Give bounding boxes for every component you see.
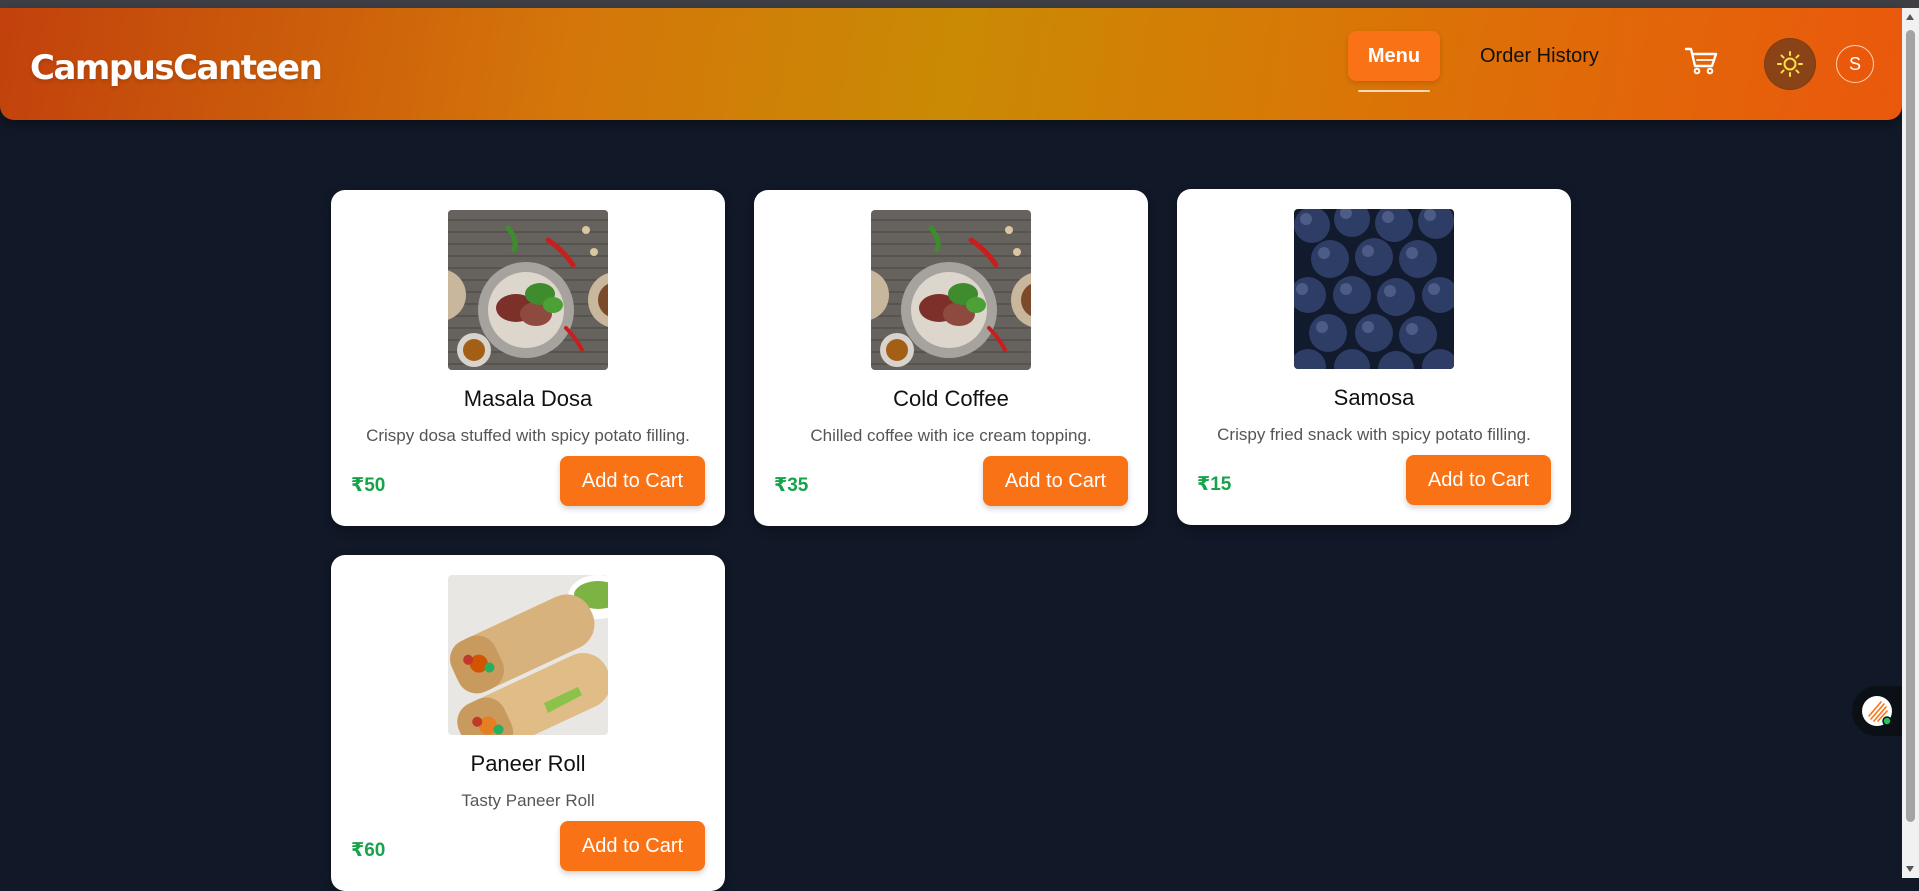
menu-item-name: Samosa	[1333, 385, 1415, 410]
menu-item-card: Masala Dosa Crispy dosa stuffed with spi…	[331, 190, 725, 526]
menu-item-name: Paneer Roll	[470, 751, 586, 776]
nav-order-history-link[interactable]: Order History	[1480, 31, 1599, 81]
add-to-cart-button[interactable]: Add to Cart	[560, 821, 705, 871]
cart-icon	[1684, 47, 1718, 75]
add-to-cart-button[interactable]: Add to Cart	[560, 456, 705, 506]
menu-item-price: ₹50	[351, 474, 386, 496]
menu-item-image	[1294, 209, 1454, 369]
menu-item-card: Samosa Crispy fried snack with spicy pot…	[1177, 189, 1571, 525]
menu-item-price: ₹60	[351, 839, 386, 861]
scrollbar-thumb[interactable]	[1906, 30, 1915, 822]
menu-item-name: Masala Dosa	[463, 386, 593, 411]
add-to-cart-button[interactable]: Add to Cart	[1406, 455, 1551, 505]
browser-top-strip	[0, 0, 1919, 8]
menu-item-price: ₹35	[774, 474, 809, 496]
menu-item-price: ₹15	[1197, 473, 1232, 495]
menu-item-description: Chilled coffee with ice cream topping.	[810, 426, 1092, 445]
menu-item-image	[871, 210, 1031, 370]
app-header: CampusCanteen	[0, 8, 1902, 120]
user-avatar[interactable]: S	[1836, 45, 1874, 83]
menu-item-name: Cold Coffee	[893, 386, 1009, 411]
cart-button[interactable]	[1682, 44, 1722, 78]
menu-item-description: Crispy dosa stuffed with spicy potato fi…	[366, 426, 690, 445]
theme-toggle-button[interactable]	[1764, 38, 1816, 90]
nav-menu-link[interactable]: Menu	[1348, 31, 1440, 81]
add-to-cart-button[interactable]: Add to Cart	[983, 456, 1128, 506]
app-logo[interactable]: CampusCanteen	[30, 48, 323, 88]
menu-item-card: Cold Coffee Chilled coffee with ice crea…	[754, 190, 1148, 526]
chat-assistant-icon	[1862, 696, 1892, 726]
chat-assistant-button[interactable]	[1852, 686, 1902, 736]
menu-item-description: Crispy fried snack with spicy potato fil…	[1217, 425, 1531, 444]
menu-item-card: Paneer Roll Tasty Paneer Roll ₹60 Add to…	[331, 555, 725, 891]
page-scrollbar[interactable]	[1902, 8, 1919, 878]
scroll-down-arrow-icon[interactable]	[1906, 866, 1914, 872]
scroll-up-arrow-icon[interactable]	[1906, 14, 1914, 20]
sun-icon	[1777, 51, 1803, 77]
menu-item-description: Tasty Paneer Roll	[461, 791, 595, 810]
active-nav-underline	[1358, 90, 1430, 92]
menu-item-image	[448, 210, 608, 370]
menu-item-image	[448, 575, 608, 735]
